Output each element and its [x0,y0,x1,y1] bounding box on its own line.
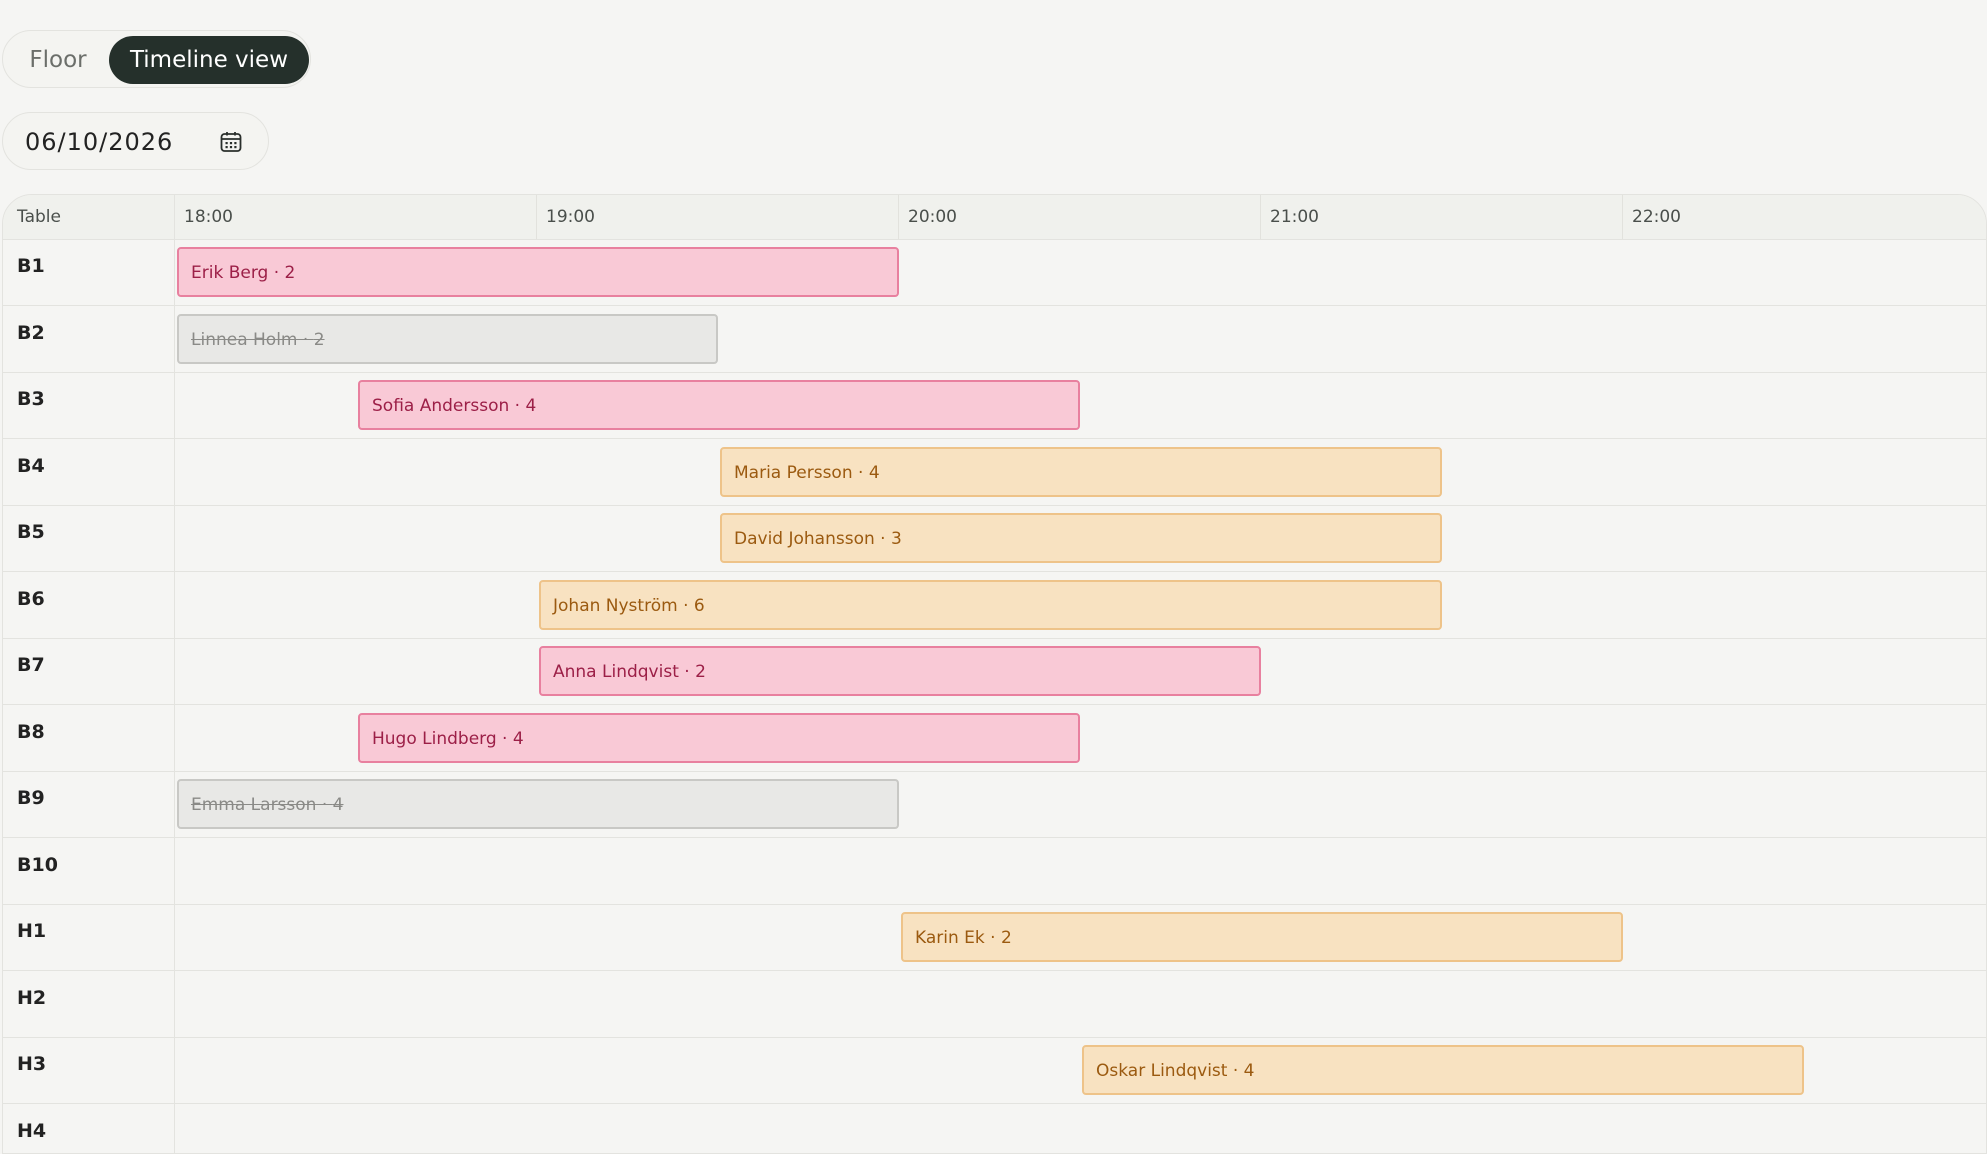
timeline-row: B2 Linnea Holm · 2 [3,306,1986,373]
table-label: B10 [17,854,58,876]
timeline-row: B10 [3,838,1986,905]
booking-party-size: 2 [285,263,296,283]
booking-bar[interactable]: Maria Persson · 4 [720,447,1442,497]
table-label: H2 [17,987,46,1009]
timeline-row: B8 Hugo Lindberg · 4 [3,705,1986,772]
separator-dot: · [678,596,694,616]
separator-dot: · [316,795,332,815]
booking-guest-name: Karin Ek [915,928,985,948]
booking-bar[interactable]: Hugo Lindberg · 4 [358,713,1080,763]
calendar-icon[interactable] [219,130,243,154]
hour-gridline [536,195,537,239]
booking-guest-name: Anna Lindqvist [553,662,679,682]
booking-party-size: 4 [513,729,524,749]
timeline-row: H4 [3,1104,1986,1154]
table-column-divider [174,195,175,1154]
timeline-row: H1 Karin Ek · 2 [3,904,1986,971]
booking-party-size: 2 [695,662,706,682]
timeline-row: B3 Sofia Andersson · 4 [3,372,1986,439]
table-label: H1 [17,920,46,942]
time-label: 21:00 [1270,195,1319,239]
booking-bar[interactable]: Emma Larsson · 4 [177,779,899,829]
booking-guest-name: Sofia Andersson [372,396,509,416]
table-label: B9 [17,787,45,809]
booking-party-size: 4 [1244,1061,1255,1081]
booking-guest-name: Hugo Lindberg [372,729,497,749]
table-label: B8 [17,721,45,743]
timeline-row: B7 Anna Lindqvist · 2 [3,638,1986,705]
booking-guest-name: David Johansson [734,529,875,549]
booking-party-size: 2 [1001,928,1012,948]
table-label: B5 [17,521,45,543]
timeline-row: H2 [3,971,1986,1038]
booking-bar[interactable]: Sofia Andersson · 4 [358,380,1080,430]
booking-guest-name: Erik Berg [191,263,268,283]
date-picker[interactable]: 06/10/2026 [2,112,269,170]
separator-dot: · [875,529,891,549]
separator-dot: · [497,729,513,749]
table-label: H4 [17,1120,46,1142]
view-toggle: Floor Timeline view [2,30,311,88]
booking-bar[interactable]: Oskar Lindqvist · 4 [1082,1045,1804,1095]
booking-party-size: 4 [525,396,536,416]
booking-party-size: 2 [314,330,325,350]
separator-dot: · [1227,1061,1243,1081]
timeline-header: Table 18:00 19:00 20:00 21:00 22:00 [3,195,1986,240]
separator-dot: · [268,263,284,283]
hour-gridline [1260,195,1261,239]
booking-bar[interactable]: Linnea Holm · 2 [177,314,718,364]
booking-bar[interactable]: Anna Lindqvist · 2 [539,646,1261,696]
separator-dot: · [985,928,1001,948]
booking-party-size: 4 [333,795,344,815]
booking-bar[interactable]: Johan Nyström · 6 [539,580,1442,630]
booking-bar[interactable]: Erik Berg · 2 [177,247,899,297]
timeline-grid: Table 18:00 19:00 20:00 21:00 22:00 B1 Erik B… [2,194,1987,1154]
hour-gridline [898,195,899,239]
table-label: B1 [17,255,45,277]
table-label: B2 [17,322,45,344]
time-label: 20:00 [908,195,957,239]
floor-view-button[interactable]: Floor [5,36,111,84]
time-label: 22:00 [1632,195,1681,239]
booking-bar[interactable]: Karin Ek · 2 [901,912,1623,962]
separator-dot: · [853,463,869,483]
table-label: B4 [17,455,45,477]
separator-dot: · [679,662,695,682]
date-value: 06/10/2026 [25,113,173,171]
hour-gridline [1622,195,1623,239]
table-label: B3 [17,388,45,410]
table-label: B6 [17,588,45,610]
booking-party-size: 3 [891,529,902,549]
booking-guest-name: Maria Persson [734,463,853,483]
booking-party-size: 4 [869,463,880,483]
time-label: 19:00 [546,195,595,239]
booking-bar[interactable]: David Johansson · 3 [720,513,1442,563]
timeline-view-button[interactable]: Timeline view [109,36,309,84]
table-label: H3 [17,1053,46,1075]
timeline-row: B5 David Johansson · 3 [3,505,1986,572]
booking-party-size: 6 [694,596,705,616]
timeline-row: H3 Oskar Lindqvist · 4 [3,1037,1986,1104]
table-label: B7 [17,654,45,676]
booking-guest-name: Emma Larsson [191,795,316,815]
table-column-header: Table [17,195,61,239]
timeline-row: B6 Johan Nyström · 6 [3,572,1986,639]
time-label: 18:00 [184,195,233,239]
separator-dot: · [298,330,314,350]
booking-guest-name: Johan Nyström [553,596,678,616]
timeline-row: B4 Maria Persson · 4 [3,439,1986,506]
separator-dot: · [509,396,525,416]
booking-guest-name: Linnea Holm [191,330,298,350]
timeline-row: B9 Emma Larsson · 4 [3,771,1986,838]
booking-guest-name: Oskar Lindqvist [1096,1061,1227,1081]
timeline-row: B1 Erik Berg · 2 [3,239,1986,306]
